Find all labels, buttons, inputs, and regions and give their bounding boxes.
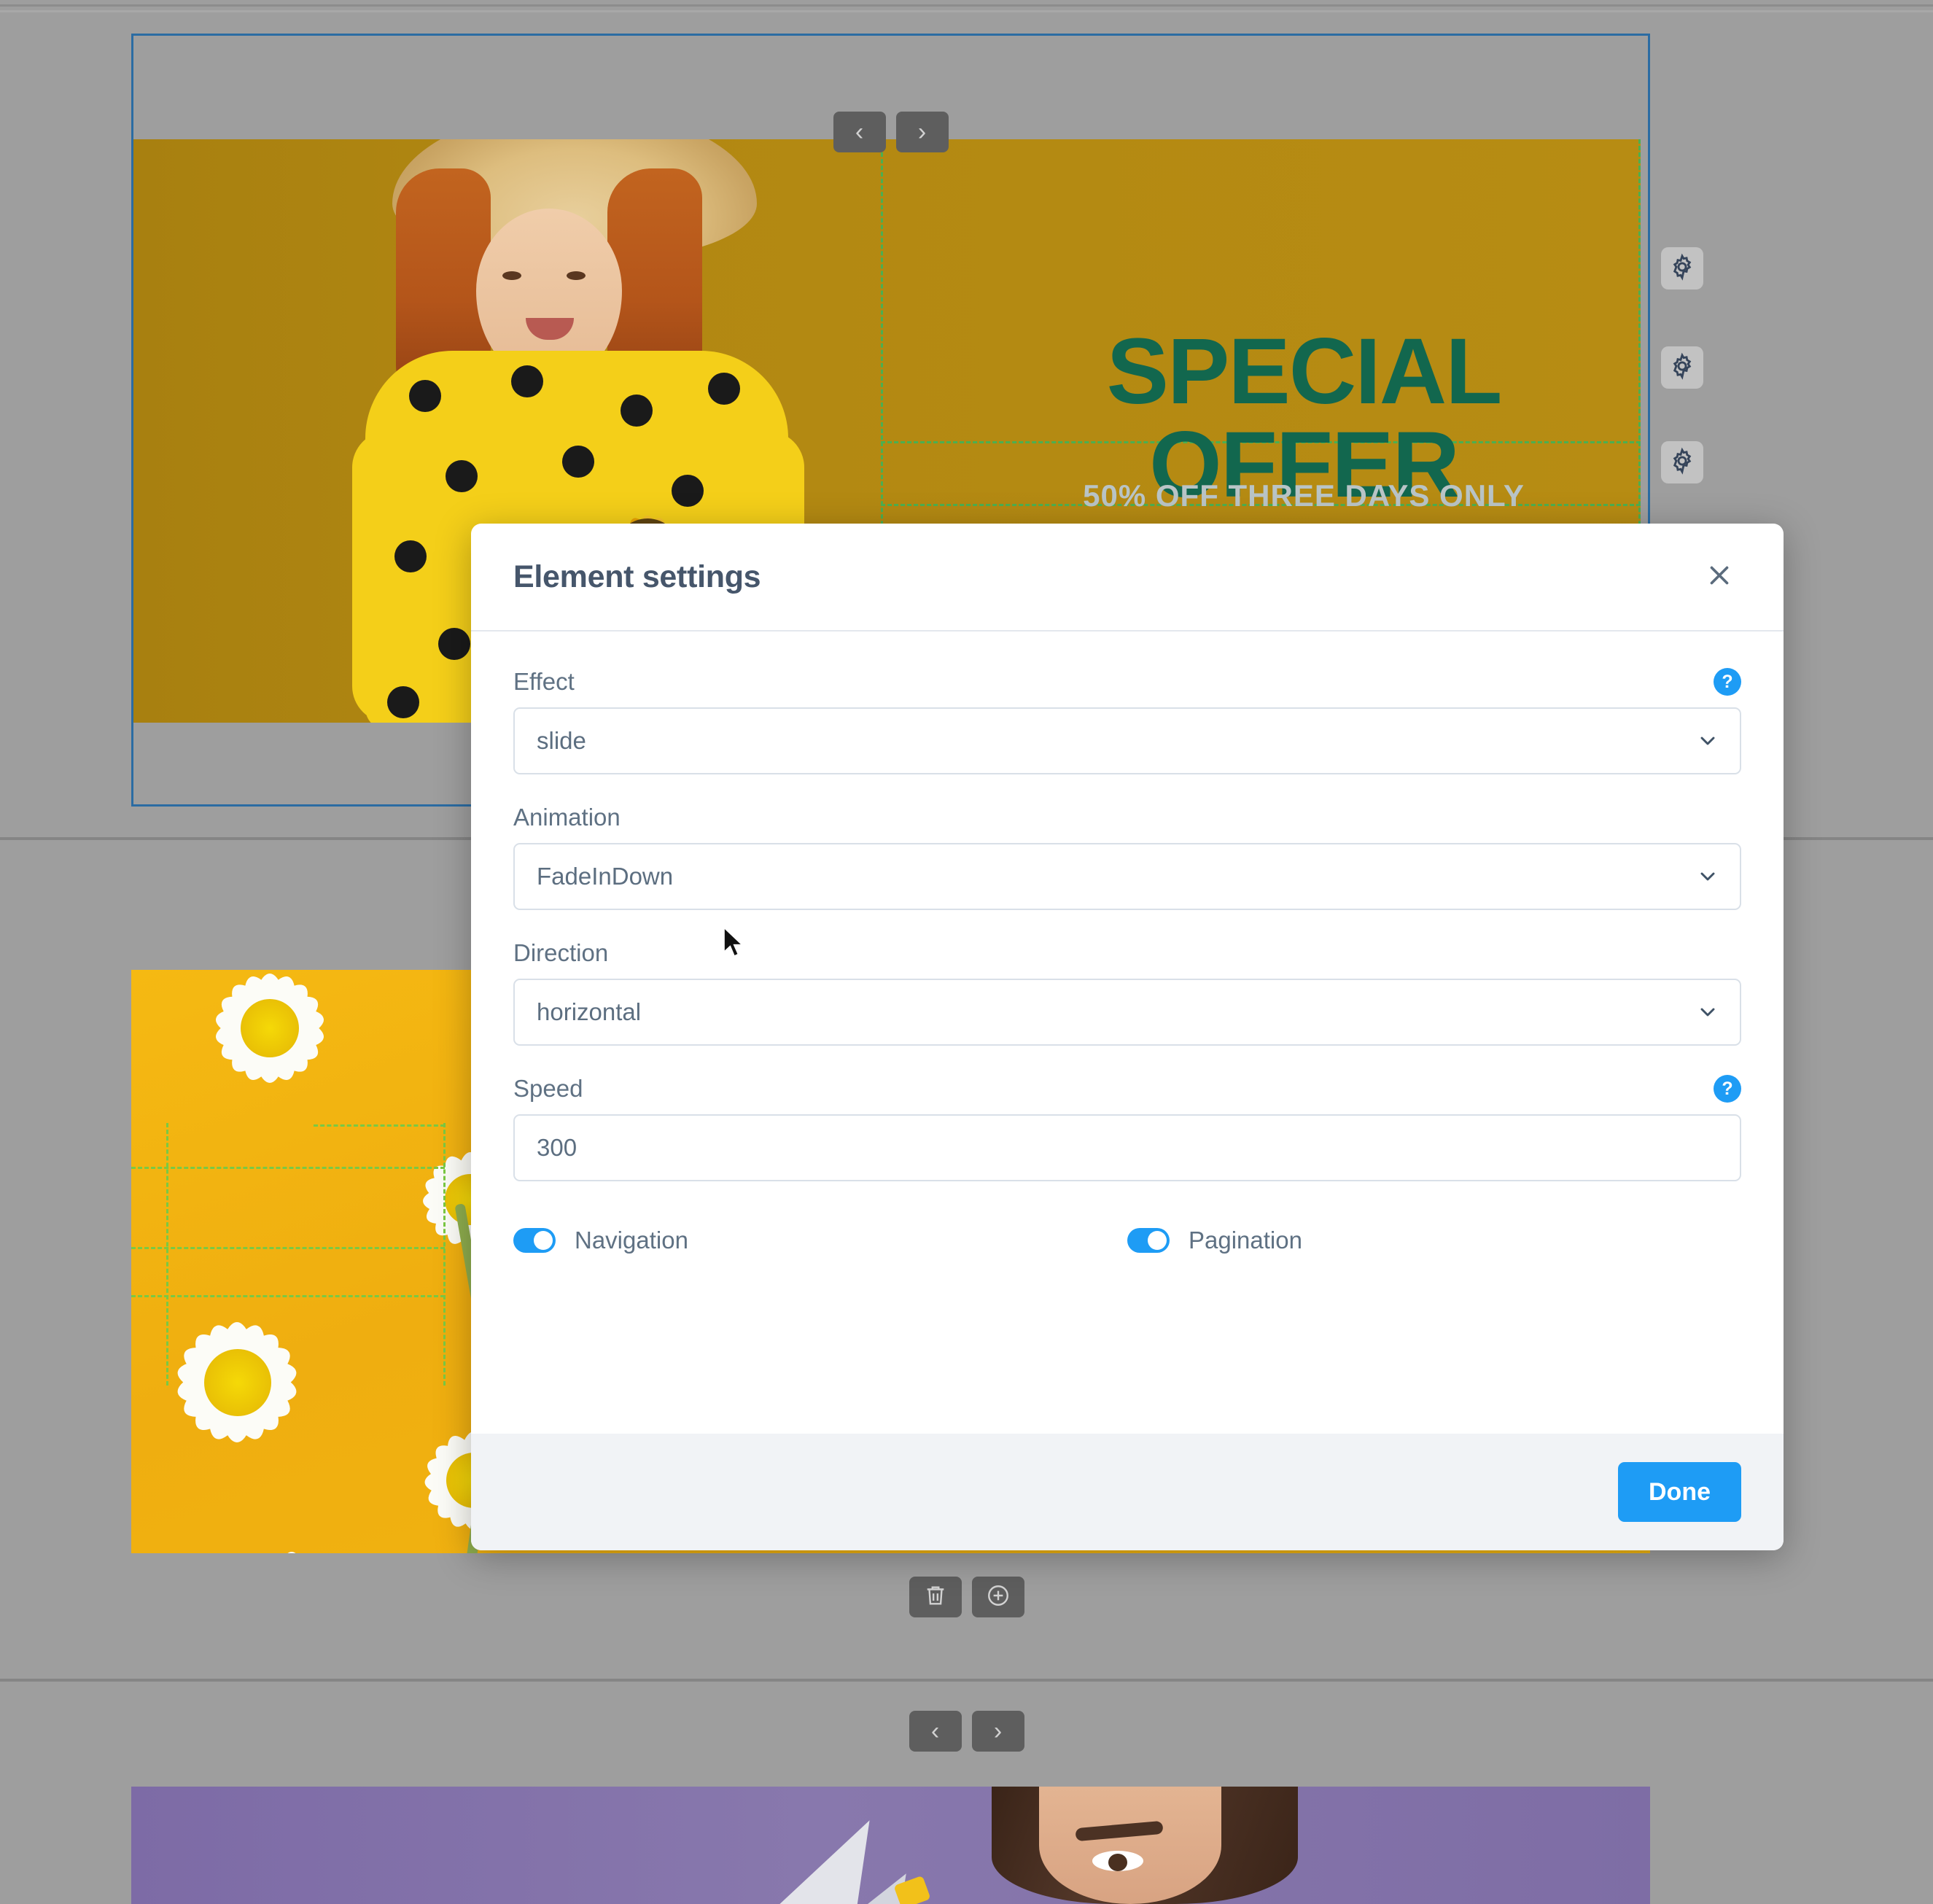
trash-icon: [923, 1583, 948, 1612]
field-animation-header: Animation: [513, 802, 1741, 833]
guide-line-horizontal: [131, 1247, 445, 1249]
editor-canvas: ‹ › SPECIAL OFFER 50% OFF THREE DAYS ONL…: [0, 0, 1933, 1904]
gear-icon: [1668, 352, 1696, 384]
navigation-toggle-label: Navigation: [575, 1227, 688, 1254]
speed-input-value: 300: [537, 1134, 577, 1161]
dialog-header: Element settings: [471, 524, 1784, 632]
navigation-toggle-group: Navigation: [513, 1227, 1127, 1254]
illustration-mouth: [526, 318, 574, 340]
effect-select-value: slide: [537, 727, 586, 754]
guide-line-horizontal: [131, 1295, 445, 1297]
daisy-flower: [131, 1262, 357, 1502]
slider-top-next-button[interactable]: ›: [895, 112, 949, 152]
chevron-down-icon: [1696, 865, 1719, 888]
toggle-knob: [534, 1231, 553, 1250]
field-direction-label: Direction: [513, 939, 609, 966]
illustration-eye-right: [567, 271, 586, 280]
slider-top-prev-button[interactable]: ‹: [833, 112, 886, 152]
guide-line-horizontal: [314, 1124, 445, 1127]
field-animation: Animation FadeInDown: [513, 802, 1741, 910]
plus-circle-icon: [986, 1583, 1011, 1612]
illustration-eye-left: [502, 271, 521, 280]
effect-select[interactable]: slide: [513, 707, 1741, 774]
field-effect-label: Effect: [513, 668, 575, 695]
field-speed-label: Speed: [513, 1075, 583, 1102]
question-mark-icon[interactable]: ?: [1714, 1075, 1741, 1103]
guide-line-vertical: [443, 1123, 446, 1386]
field-effect-header: Effect ?: [513, 667, 1741, 697]
close-button[interactable]: [1697, 555, 1741, 599]
slider-section-bottom[interactable]: ‹ ›: [0, 1682, 1933, 1904]
animation-select[interactable]: FadeInDown: [513, 843, 1741, 910]
delete-element-button[interactable]: [909, 1577, 962, 1617]
guide-line-vertical: [166, 1123, 168, 1386]
field-animation-label: Animation: [513, 804, 621, 831]
dialog-title: Element settings: [513, 559, 761, 594]
subheadline-settings-gear-button[interactable]: [1661, 346, 1703, 389]
close-icon: [1704, 560, 1735, 594]
toggle-knob: [1148, 1231, 1167, 1250]
top-rule: [0, 4, 1933, 7]
slider-bottom-next-button[interactable]: ›: [971, 1711, 1024, 1752]
daisy-flower: [197, 1502, 386, 1553]
slider-bottom-prev-button[interactable]: ‹: [909, 1711, 962, 1752]
headline-settings-gear-button[interactable]: [1661, 247, 1703, 290]
chevron-down-icon: [1696, 1000, 1719, 1024]
speed-input[interactable]: 300: [513, 1114, 1741, 1181]
illustration-woman-pupil: [1108, 1854, 1127, 1871]
direction-select[interactable]: horizontal: [513, 979, 1741, 1046]
animation-select-value: FadeInDown: [537, 863, 674, 890]
slider-bottom-nav-controls: ‹ ›: [909, 1711, 1024, 1752]
gear-icon: [1668, 253, 1696, 284]
field-direction-header: Direction: [513, 938, 1741, 968]
question-mark-icon[interactable]: ?: [1714, 668, 1741, 696]
slider-top-nav-controls: ‹ ›: [833, 112, 949, 152]
direction-select-value: horizontal: [537, 998, 642, 1025]
navigation-toggle[interactable]: [513, 1228, 556, 1253]
pagination-toggle-label: Pagination: [1189, 1227, 1302, 1254]
field-speed: Speed ? 300: [513, 1073, 1741, 1181]
top-rule-secondary: [0, 10, 1933, 12]
dialog-body: Effect ? slide Animation FadeInDown Dire…: [471, 632, 1784, 1434]
gear-icon: [1668, 447, 1696, 478]
illustration-woman-face: [1039, 1787, 1221, 1904]
dialog-footer: Done: [471, 1434, 1784, 1550]
field-effect: Effect ? slide: [513, 667, 1741, 774]
cta-settings-gear-button[interactable]: [1661, 441, 1703, 483]
guide-line-horizontal: [131, 1167, 445, 1169]
field-speed-header: Speed ?: [513, 1073, 1741, 1104]
chevron-down-icon: [1696, 729, 1719, 753]
slider-middle-toolbar: [909, 1577, 1024, 1617]
add-element-button[interactable]: [971, 1577, 1024, 1617]
toggles-row: Navigation Pagination: [513, 1227, 1741, 1254]
field-direction: Direction horizontal: [513, 938, 1741, 1046]
banner-subheadline: 50% OFF THREE DAYS ONLY: [1083, 478, 1525, 513]
done-button[interactable]: Done: [1618, 1462, 1741, 1522]
pagination-toggle-group: Pagination: [1127, 1227, 1741, 1254]
daisy-flower: [160, 970, 379, 1138]
element-settings-dialog: Element settings Effect ? slide Animatio…: [471, 524, 1784, 1550]
slide-banner-megaphone[interactable]: [131, 1787, 1650, 1904]
pagination-toggle[interactable]: [1127, 1228, 1170, 1253]
